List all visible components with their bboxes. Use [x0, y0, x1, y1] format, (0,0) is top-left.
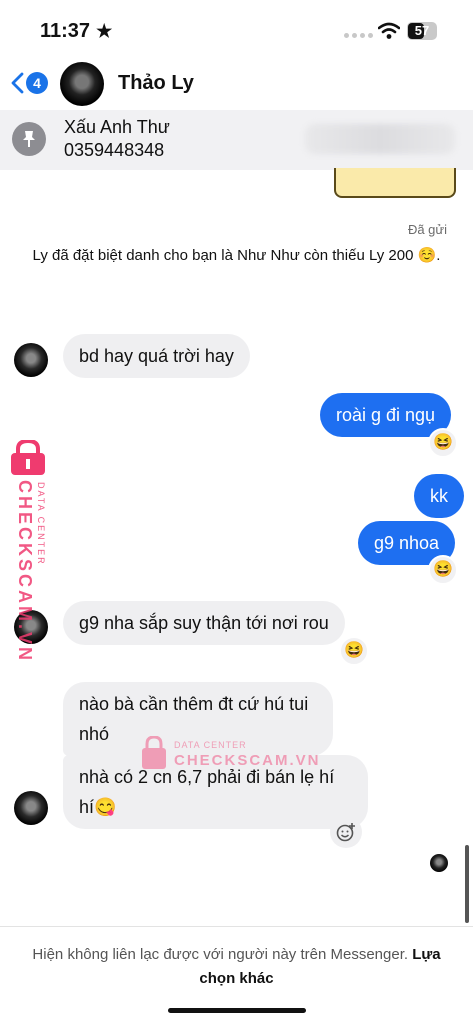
message-bubble-outgoing[interactable]: kk — [414, 474, 464, 518]
add-reaction-button[interactable] — [330, 816, 362, 848]
watermark-center-sub: DATA CENTER — [174, 740, 247, 750]
pinned-message-line2: 0359448348 — [64, 140, 165, 160]
star-icon: ★ — [96, 21, 113, 41]
lock-icon — [142, 736, 166, 769]
scrollbar[interactable] — [465, 845, 469, 923]
watermark-sub: DATA CENTER — [36, 482, 46, 566]
add-reaction-icon — [336, 823, 355, 842]
message-bubble-incoming[interactable]: bd hay quá trời hay — [63, 334, 250, 378]
footer-message: Hiện không liên lạc được với người này t… — [32, 946, 409, 963]
footer-text-block: Hiện không liên lạc được với người này t… — [30, 943, 443, 991]
reaction-laugh[interactable]: 😆 — [428, 555, 458, 585]
status-time-text: 11:37 — [40, 20, 91, 42]
sender-avatar[interactable] — [14, 791, 48, 825]
watermark-center: DATA CENTER CHECKSCAM.VN — [140, 734, 319, 774]
back-chevron-icon — [11, 72, 24, 94]
contact-avatar[interactable] — [60, 62, 104, 106]
status-time: 11:37 ★ — [40, 20, 112, 43]
battery-icon: 57 — [407, 22, 437, 40]
pinned-message-line1: Xấu Anh Thư — [64, 117, 170, 137]
wifi-icon — [378, 22, 400, 39]
blurred-content — [305, 124, 455, 154]
back-button[interactable]: 4 — [10, 72, 48, 94]
nickname-system-message: Ly đã đặt biệt danh cho bạn là Như Như c… — [32, 247, 441, 264]
sender-avatar[interactable] — [14, 343, 48, 377]
signal-icon — [344, 33, 373, 38]
chat-header: 4 Thảo Ly — [0, 60, 473, 110]
lock-icon — [11, 440, 45, 475]
reaction-laugh[interactable]: 😆 — [428, 428, 458, 458]
message-bubble-outgoing[interactable]: roài g đi ngụ — [320, 393, 452, 437]
watermark-center-brand: CHECKSCAM.VN — [174, 752, 321, 769]
pinned-message[interactable]: Xấu Anh Thư 0359448348 — [0, 110, 473, 170]
status-bar: 11:37 ★ 57 — [0, 0, 473, 60]
contact-name[interactable]: Thảo Ly — [118, 72, 194, 95]
watermark-left: CHECKSCAM.VN DATA CENTER — [6, 440, 52, 663]
unavailable-footer: Hiện không liên lạc được với người này t… — [0, 926, 473, 1024]
watermark-brand: CHECKSCAM.VN — [15, 480, 35, 664]
message-bubble-incoming[interactable]: g9 nha sắp suy thận tới nơi rou — [63, 601, 345, 645]
home-indicator[interactable] — [168, 1008, 306, 1013]
sent-status: Đã gửi — [407, 222, 447, 237]
pin-icon — [12, 122, 46, 156]
seen-indicator-avatar — [430, 854, 448, 872]
sent-image[interactable] — [334, 168, 456, 198]
reaction-laugh[interactable]: 😆 — [339, 636, 369, 666]
battery-text: 57 — [414, 23, 430, 38]
unread-count-badge: 4 — [26, 72, 48, 94]
